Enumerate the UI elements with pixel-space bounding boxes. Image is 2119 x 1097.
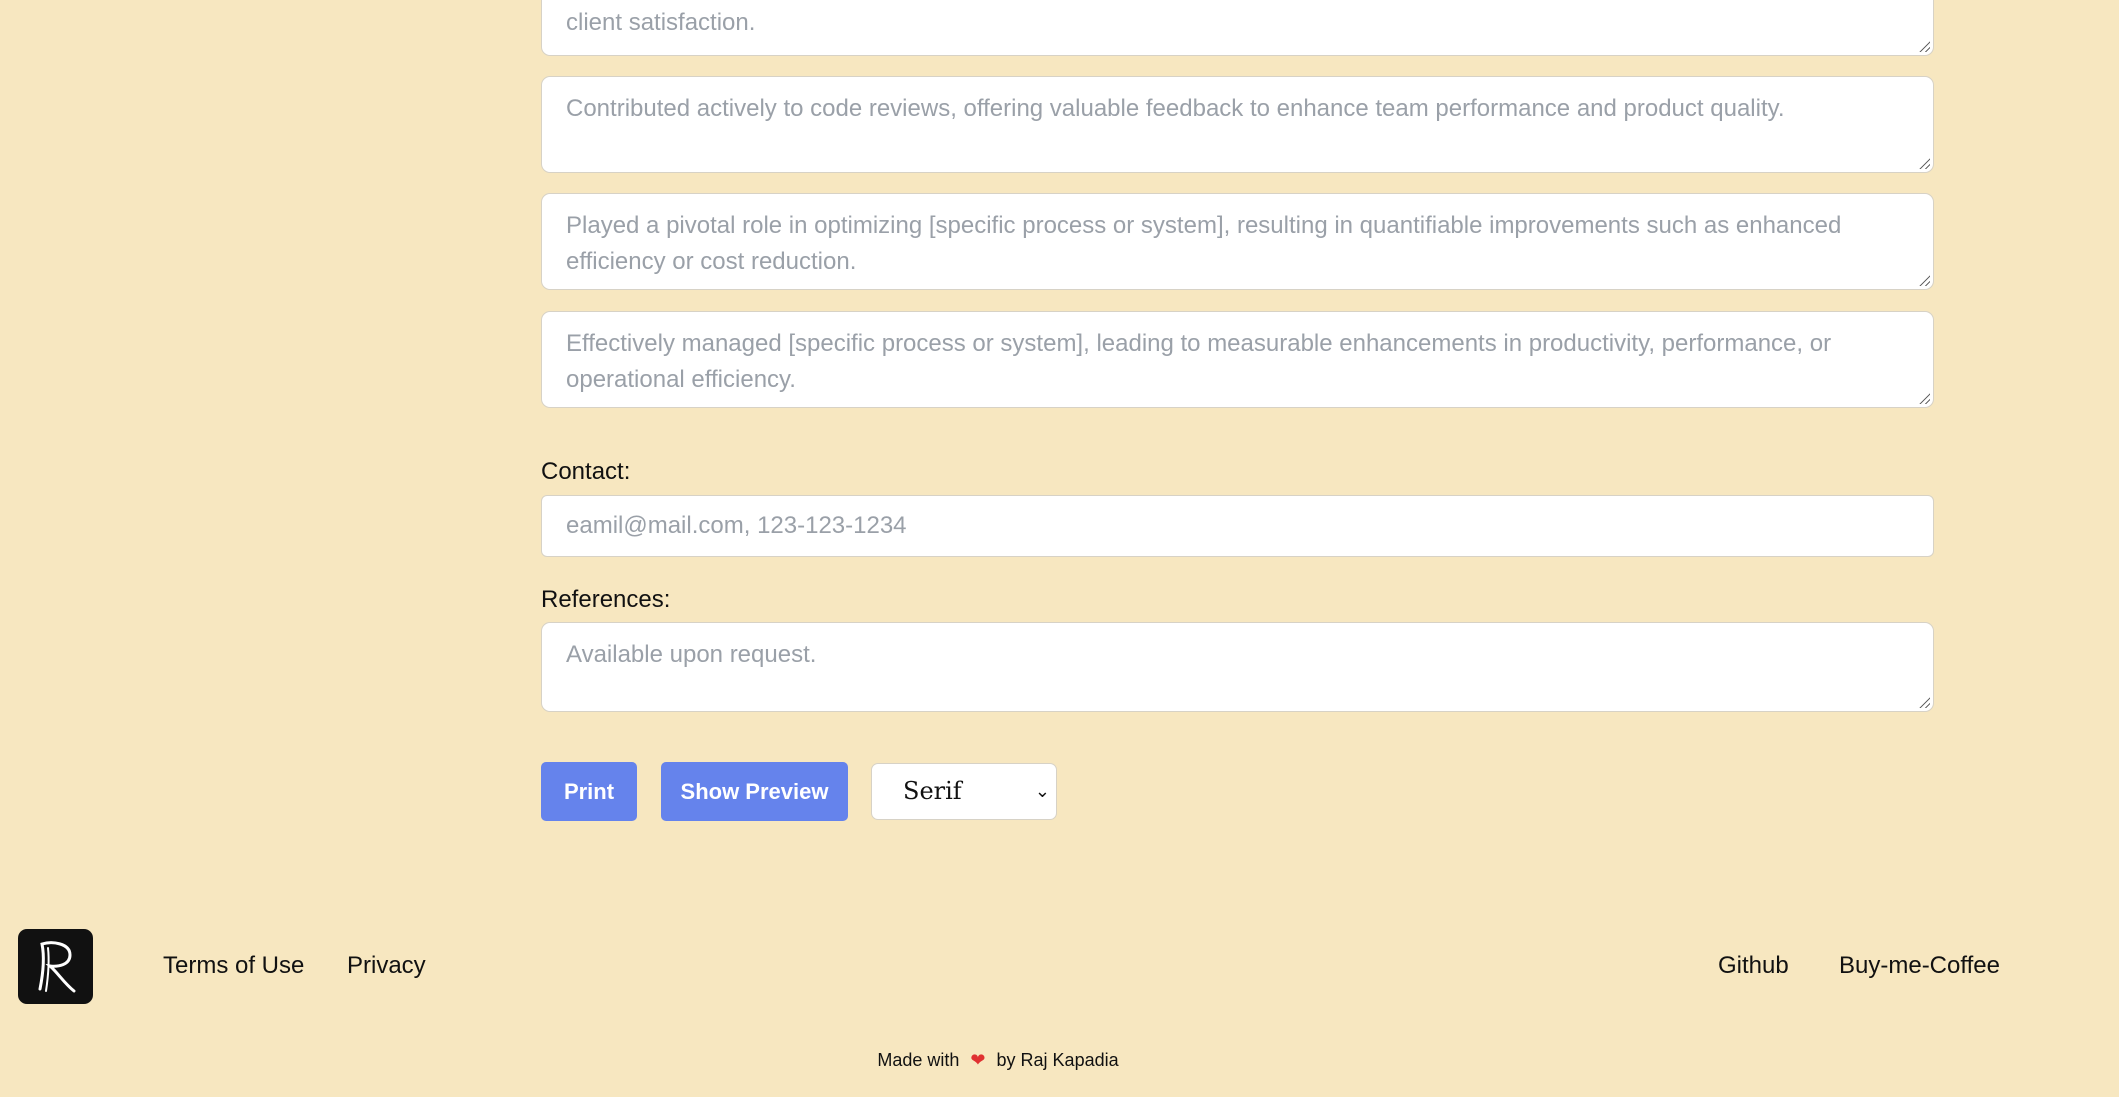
page: client satisfaction. Contributed activel… bbox=[0, 0, 2119, 1097]
made-prefix: Made with bbox=[877, 1050, 960, 1070]
experience-point-text: client satisfaction. bbox=[566, 9, 756, 36]
buy-me-coffee-link[interactable]: Buy-me-Coffee bbox=[1839, 952, 2000, 980]
experience-point-2[interactable]: Contributed actively to code reviews, of… bbox=[541, 76, 1934, 173]
experience-point-1[interactable]: client satisfaction. bbox=[541, 0, 1934, 56]
resize-handle-icon[interactable] bbox=[1918, 392, 1930, 404]
github-link[interactable]: Github bbox=[1718, 952, 1789, 980]
chevron-down-icon: ⌄ bbox=[1034, 781, 1050, 802]
resize-handle-icon[interactable] bbox=[1918, 40, 1930, 52]
resize-handle-icon[interactable] bbox=[1918, 274, 1930, 286]
resize-handle-icon[interactable] bbox=[1918, 696, 1930, 708]
heart-icon: ❤ bbox=[970, 1050, 986, 1070]
experience-point-text: Contributed actively to code reviews, of… bbox=[566, 95, 1785, 122]
made-with-credit: Made with ❤ by Raj Kapadia bbox=[0, 1050, 1996, 1071]
font-select-value: Serif bbox=[903, 777, 962, 805]
experience-point-text: Effectively managed [specific process or… bbox=[566, 330, 1832, 393]
contact-input[interactable]: eamil@mail.com, 123-123-1234 bbox=[541, 495, 1934, 557]
logo-r-icon[interactable] bbox=[18, 929, 93, 1004]
references-input[interactable]: Available upon request. bbox=[541, 622, 1934, 712]
made-suffix: by Raj Kapadia bbox=[996, 1050, 1119, 1070]
references-label: References: bbox=[541, 586, 671, 613]
experience-point-text: Played a pivotal role in optimizing [spe… bbox=[566, 212, 1842, 275]
contact-label: Contact: bbox=[541, 458, 631, 485]
font-select[interactable]: Serif ⌄ bbox=[871, 763, 1057, 820]
terms-link[interactable]: Terms of Use bbox=[163, 952, 304, 980]
experience-point-3[interactable]: Played a pivotal role in optimizing [spe… bbox=[541, 193, 1934, 290]
contact-placeholder: eamil@mail.com, 123-123-1234 bbox=[566, 512, 907, 539]
experience-point-4[interactable]: Effectively managed [specific process or… bbox=[541, 311, 1934, 408]
print-button[interactable]: Print bbox=[541, 762, 637, 821]
privacy-link[interactable]: Privacy bbox=[347, 952, 426, 980]
show-preview-button[interactable]: Show Preview bbox=[661, 762, 848, 821]
references-placeholder: Available upon request. bbox=[566, 641, 817, 668]
resize-handle-icon[interactable] bbox=[1918, 157, 1930, 169]
